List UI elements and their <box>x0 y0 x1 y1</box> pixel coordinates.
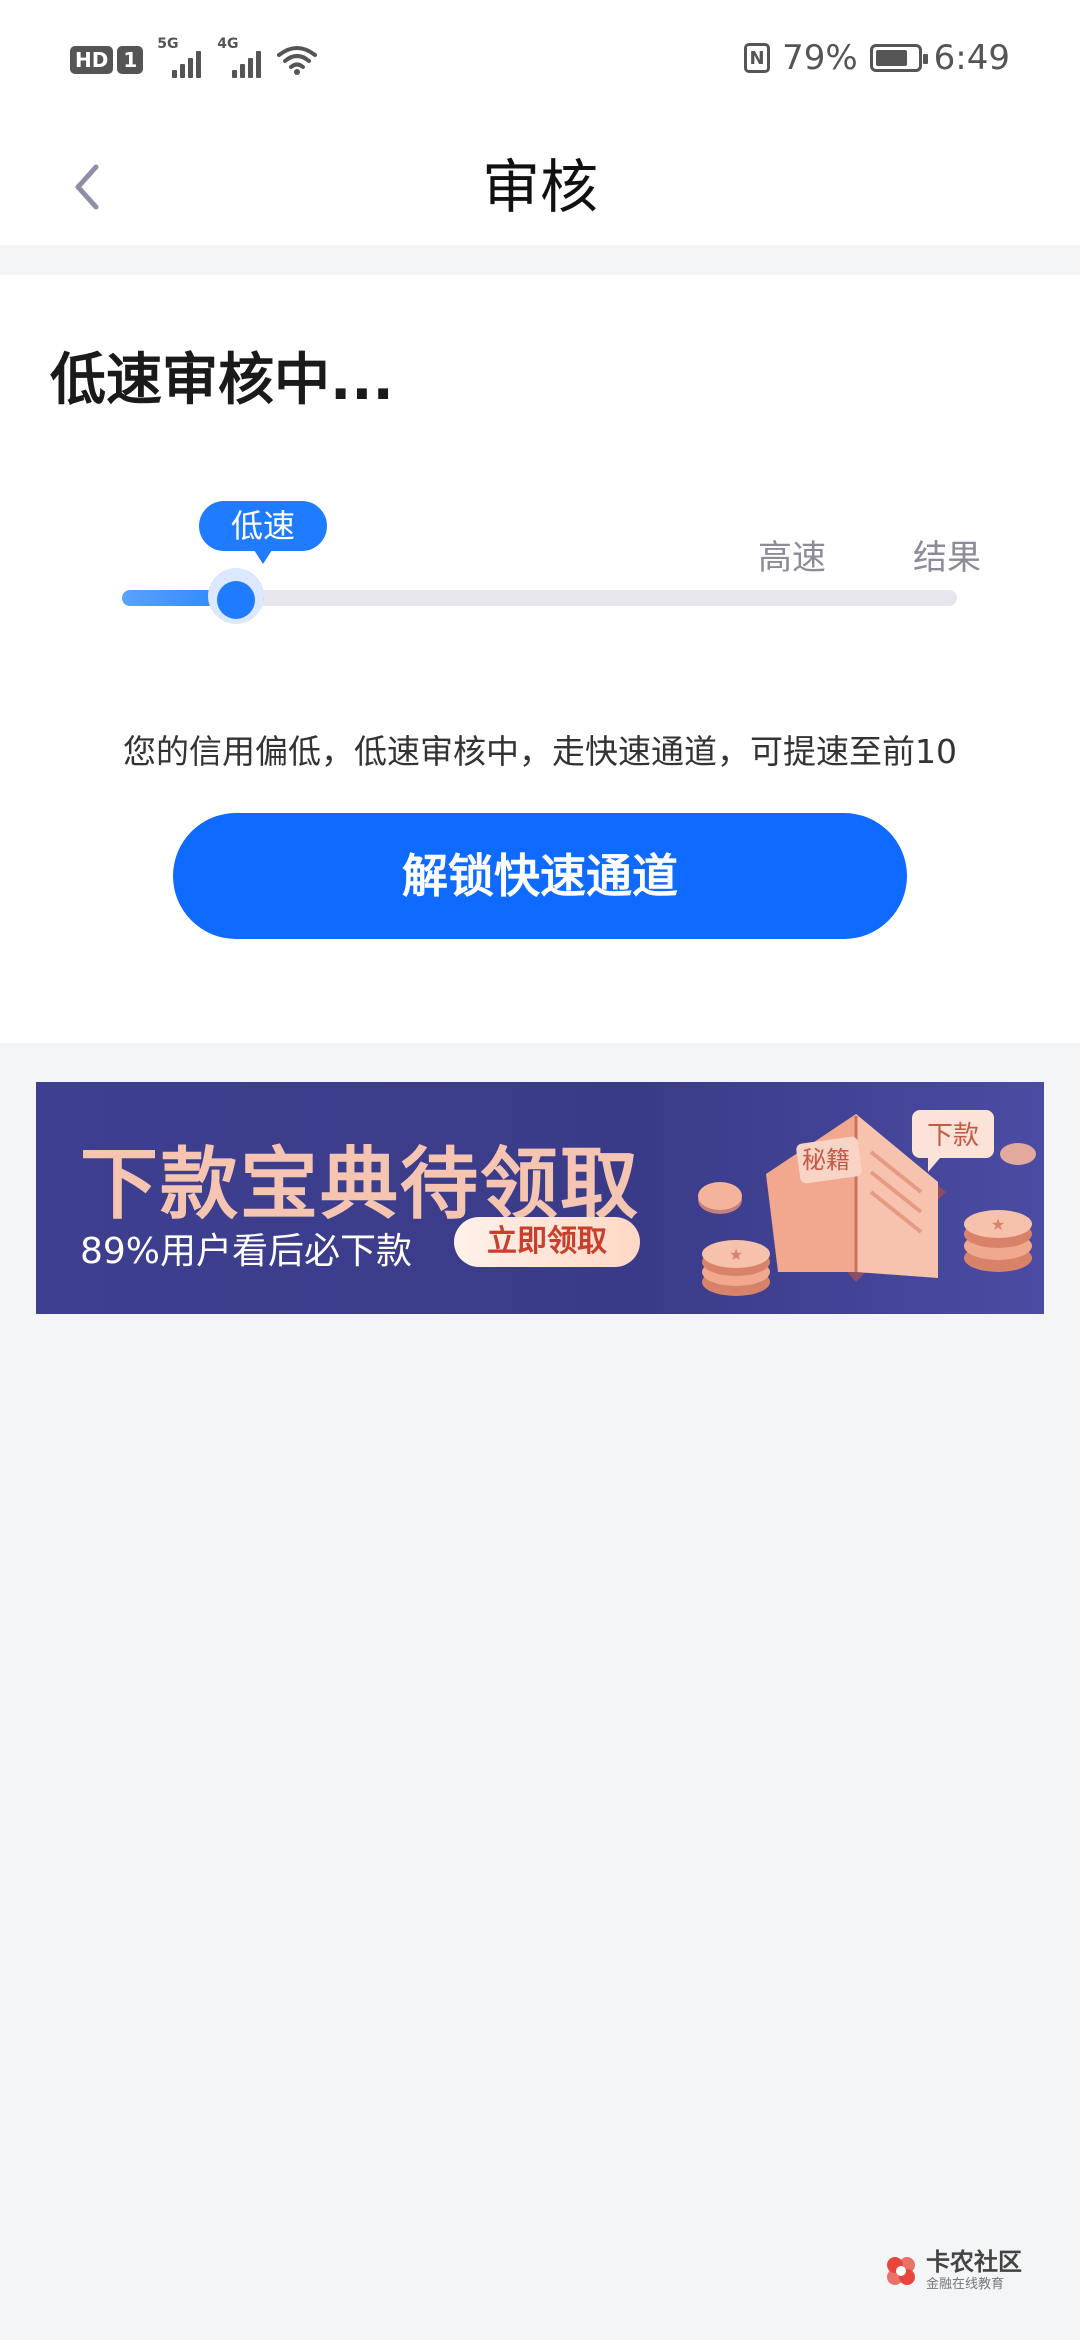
battery-fill <box>875 50 908 66</box>
banner-subtitle: 89%用户看后必下款 <box>80 1231 413 1272</box>
nfc-icon: N <box>744 43 771 73</box>
signal-4g-icon: 4G <box>217 36 263 78</box>
banner-claim-button[interactable]: 立即领取 <box>454 1217 640 1267</box>
book-tag-text: 秘籍 <box>802 1146 850 1174</box>
review-progress: 低速 高速 结果 <box>0 275 1080 675</box>
book-coins-illustration: ★ 秘籍 下款 ★ <box>698 1110 1036 1296</box>
net1-label: 5G <box>157 36 179 52</box>
status-right: N 79% 6:49 <box>744 38 1010 78</box>
review-hint: 您的信用偏低，低速审核中，走快速通道，可提速至前10 <box>123 732 957 771</box>
wifi-icon <box>277 46 318 75</box>
current-stage-bubble: 低速 <box>199 501 327 564</box>
bubble-tag-text: 下款 <box>927 1121 979 1151</box>
signal-5g-icon: 5G <box>157 36 203 78</box>
watermark-logo: 卡农社区 金融在线教育 <box>884 2250 1022 2291</box>
kanong-logo-icon <box>887 2256 915 2285</box>
net2-label: 4G <box>217 36 239 52</box>
unlock-fast-channel-button[interactable]: 解锁快速通道 <box>173 813 907 939</box>
svg-text:★: ★ <box>729 1245 743 1264</box>
stage-label-fast: 高速 <box>758 538 826 578</box>
hd-badge: HD 1 <box>70 46 144 74</box>
battery-percent: 79% <box>782 38 858 78</box>
watermark-sub: 金融在线教育 <box>926 2277 1005 2292</box>
stage-label-result: 结果 <box>913 538 981 578</box>
watermark-text: 卡农社区 金融在线教育 <box>926 2250 1022 2291</box>
watermark-name: 卡农社区 <box>926 2248 1022 2276</box>
svg-text:★: ★ <box>991 1215 1005 1234</box>
nav-header: 审核 <box>0 125 1080 245</box>
battery-icon <box>869 44 928 72</box>
page-title: 审核 <box>481 153 598 221</box>
review-card: 低速审核中... 低速 高速 结果 您的信用偏低，低速审核中，走快速通道，可提速… <box>0 275 1080 1043</box>
promo-banner[interactable]: 下款宝典待领取 89%用户看后必下款 立即领取 ★ 秘籍 下款 ★ <box>36 1082 1044 1314</box>
clock: 6:49 <box>933 38 1010 78</box>
sim-label: 1 <box>117 46 144 74</box>
status-left: HD 1 5G 4G <box>70 36 318 78</box>
hd-label: HD <box>70 46 114 74</box>
status-bar: HD 1 5G 4G N 79% 6:49 <box>0 0 1080 125</box>
progress-knob <box>217 581 255 619</box>
